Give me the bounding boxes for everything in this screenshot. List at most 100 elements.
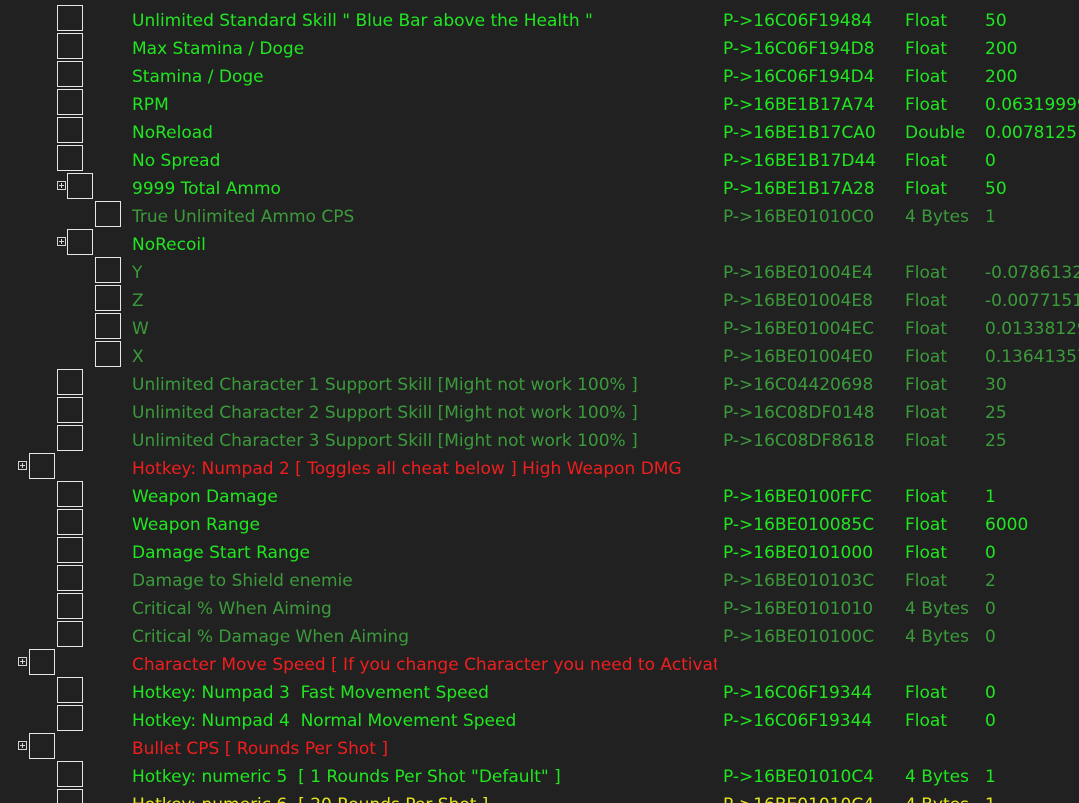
activate-checkbox[interactable] <box>57 537 83 563</box>
table-row[interactable]: Unlimited Standard Skill " Blue Bar abov… <box>0 4 1079 32</box>
row-value[interactable]: 25 <box>985 424 1079 452</box>
table-row[interactable]: Critical % When Aiming P->16BE0101010 4 By… <box>0 592 1079 620</box>
expand-plus-icon[interactable] <box>18 461 27 470</box>
table-row[interactable]: No Spread P->16BE1B17D44 Float 0 <box>0 144 1079 172</box>
activate-checkbox[interactable] <box>95 285 121 311</box>
table-row[interactable]: Stamina / Doge P->16C06F194D4 Float 200 <box>0 60 1079 88</box>
row-value[interactable]: 0.13641357 <box>985 340 1079 368</box>
table-row[interactable]: W P->16BE01004EC Float 0.01338129 <box>0 312 1079 340</box>
activate-checkbox[interactable] <box>57 117 83 143</box>
table-row[interactable]: Unlimited Character 1 Support Skill [Mig… <box>0 368 1079 396</box>
activate-checkbox[interactable] <box>57 5 83 31</box>
activate-checkbox[interactable] <box>67 229 93 255</box>
row-type: Float <box>905 543 947 563</box>
row-value[interactable] <box>985 452 1079 480</box>
expand-plus-icon[interactable] <box>18 657 27 666</box>
activate-checkbox[interactable] <box>29 733 55 759</box>
activate-checkbox[interactable] <box>57 89 83 115</box>
table-row[interactable]: 9999 Total Ammo P->16BE1B17A28 Float 50 <box>0 172 1079 200</box>
table-row[interactable]: Hotkey: numeric 5 [ 1 Rounds Per Shot "D… <box>0 760 1079 788</box>
activate-checkbox[interactable] <box>29 649 55 675</box>
activate-checkbox[interactable] <box>29 453 55 479</box>
activate-checkbox[interactable] <box>57 145 83 171</box>
row-value[interactable]: 0.01338129 <box>985 312 1079 340</box>
table-row[interactable]: Max Stamina / Doge P->16C06F194D8 Float 200 <box>0 32 1079 60</box>
row-value[interactable]: 1 <box>985 788 1079 803</box>
table-row[interactable]: NoRecoil <box>0 228 1079 256</box>
row-value[interactable]: 1 <box>985 760 1079 788</box>
row-value[interactable]: 0 <box>985 536 1079 564</box>
activate-checkbox[interactable] <box>95 313 121 339</box>
activate-checkbox[interactable] <box>95 257 121 283</box>
row-description: Y <box>132 263 143 283</box>
table-row[interactable]: Hotkey: numeric 6 [ 20 Rounds Per Shot ]… <box>0 788 1079 803</box>
activate-checkbox[interactable] <box>57 621 83 647</box>
activate-checkbox[interactable] <box>57 705 83 731</box>
table-row[interactable]: Z P->16BE01004E8 Float -0.0077151 <box>0 284 1079 312</box>
expand-plus-icon[interactable] <box>57 237 66 246</box>
row-value[interactable]: 1 <box>985 200 1079 228</box>
row-value[interactable]: 0 <box>985 704 1079 732</box>
row-address: P->16BE010103C <box>723 571 875 591</box>
row-address: P->16C08DF0148 <box>723 403 875 423</box>
expand-plus-icon[interactable] <box>18 741 27 750</box>
row-value[interactable]: -0.0077151 <box>985 284 1079 312</box>
row-value[interactable]: 1 <box>985 480 1079 508</box>
row-type: 4 Bytes <box>905 627 969 647</box>
activate-checkbox[interactable] <box>57 425 83 451</box>
activate-checkbox[interactable] <box>57 565 83 591</box>
row-value[interactable]: 50 <box>985 172 1079 200</box>
activate-checkbox[interactable] <box>67 173 93 199</box>
expand-plus-icon[interactable] <box>57 181 66 190</box>
table-row[interactable]: Damage Start Range P->16BE0101000 Float 0 <box>0 536 1079 564</box>
activate-checkbox[interactable] <box>57 61 83 87</box>
table-row[interactable]: Weapon Range P->16BE010085C Float 6000 <box>0 508 1079 536</box>
row-value[interactable]: 0 <box>985 620 1079 648</box>
row-value[interactable]: 50 <box>985 4 1079 32</box>
row-value[interactable]: 0.06319999 <box>985 88 1079 116</box>
row-value[interactable]: 25 <box>985 396 1079 424</box>
row-value[interactable]: 200 <box>985 60 1079 88</box>
row-value[interactable]: 0.0078125 <box>985 116 1079 144</box>
table-row[interactable]: Character Move Speed [ If you change Cha… <box>0 648 1079 676</box>
row-value[interactable]: 2 <box>985 564 1079 592</box>
row-value[interactable]: 0 <box>985 144 1079 172</box>
table-row[interactable]: Y P->16BE01004E4 Float -0.0786132 <box>0 256 1079 284</box>
activate-checkbox[interactable] <box>57 369 83 395</box>
activate-checkbox[interactable] <box>57 509 83 535</box>
cheat-table-list[interactable]: Unlimited Standard Skill " Blue Bar abov… <box>0 0 1079 803</box>
table-row[interactable]: Unlimited Character 3 Support Skill [Mig… <box>0 424 1079 452</box>
table-row[interactable]: RPM P->16BE1B17A74 Float 0.06319999 <box>0 88 1079 116</box>
table-row[interactable]: Bullet CPS [ Rounds Per Shot ] <box>0 732 1079 760</box>
activate-checkbox[interactable] <box>57 761 83 787</box>
row-value[interactable] <box>985 228 1079 256</box>
row-address: P->16BE0101000 <box>723 543 874 563</box>
table-row[interactable]: Hotkey: Numpad 4 Normal Movement Speed P-… <box>0 704 1079 732</box>
row-value[interactable]: 0 <box>985 592 1079 620</box>
table-row[interactable]: Damage to Shield enemie P->16BE010103C Flo… <box>0 564 1079 592</box>
table-row[interactable]: X P->16BE01004E0 Float 0.13641357 <box>0 340 1079 368</box>
activate-checkbox[interactable] <box>57 397 83 423</box>
table-row[interactable]: Hotkey: Numpad 2 [ Toggles all cheat bel… <box>0 452 1079 480</box>
activate-checkbox[interactable] <box>57 593 83 619</box>
row-description: Damage to Shield enemie <box>132 571 353 591</box>
table-row[interactable]: Weapon Damage P->16BE0100FFC Float 1 <box>0 480 1079 508</box>
activate-checkbox[interactable] <box>95 201 121 227</box>
activate-checkbox[interactable] <box>57 33 83 59</box>
row-value[interactable] <box>985 648 1079 676</box>
row-value[interactable]: 30 <box>985 368 1079 396</box>
table-row[interactable]: True Unlimited Ammo CPS P->16BE01010C0 4 B… <box>0 200 1079 228</box>
activate-checkbox[interactable] <box>57 677 83 703</box>
row-value[interactable]: 6000 <box>985 508 1079 536</box>
row-value[interactable]: -0.0786132 <box>985 256 1079 284</box>
row-value[interactable]: 200 <box>985 32 1079 60</box>
row-value[interactable]: 0 <box>985 676 1079 704</box>
activate-checkbox[interactable] <box>57 789 83 803</box>
activate-checkbox[interactable] <box>95 341 121 367</box>
table-row[interactable]: NoReload P->16BE1B17CA0 Double 0.0078125 <box>0 116 1079 144</box>
table-row[interactable]: Unlimited Character 2 Support Skill [Mig… <box>0 396 1079 424</box>
row-value[interactable] <box>985 732 1079 760</box>
table-row[interactable]: Hotkey: Numpad 3 Fast Movement Speed P->1… <box>0 676 1079 704</box>
table-row[interactable]: Critical % Damage When Aiming P->16BE0101… <box>0 620 1079 648</box>
activate-checkbox[interactable] <box>57 481 83 507</box>
